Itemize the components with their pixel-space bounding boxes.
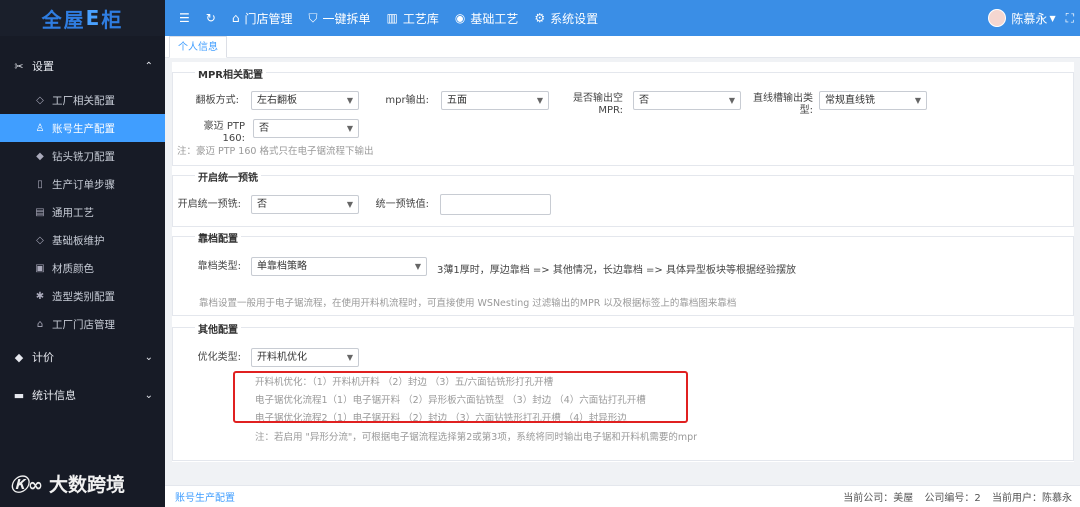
app-logo: 全屋 E 柜 [0, 0, 165, 36]
tab-personal-info[interactable]: 个人信息 [169, 36, 227, 58]
premill-section-title: 开启统一预铣 [195, 169, 261, 184]
tools-icon: ✂ [14, 59, 24, 73]
sidebar-item-general-process[interactable]: ▤ 通用工艺 [0, 198, 165, 226]
mpr-note: 注：豪迈 PTP 160 格式只在电子锯流程下输出 [177, 146, 374, 157]
current-company: 当前公司：美屋 [843, 493, 914, 504]
shield-icon: ⛉ [308, 10, 318, 25]
refresh-icon: ↻ [205, 11, 216, 25]
gem-icon: ◆ [14, 350, 24, 364]
user-menu[interactable]: 陈慕永 ▼ ⛶ [988, 9, 1080, 27]
mpr-section-title: MPR相关配置 [195, 66, 266, 81]
mpr-config-section: MPR相关配置 翻板方式: 左右翻板 ▼ mpr输出: 五面 ▼ 是否输出空MPR:… [172, 66, 1074, 166]
sidebar-item-order-steps[interactable]: ▯ 生产订单步骤 [0, 170, 165, 198]
footer-info: 当前公司：美屋 公司编号：2 当前用户：陈慕永 [835, 489, 1072, 504]
sidebar-group-stats[interactable]: ▬ 统计信息 ⌄ [0, 376, 165, 414]
nav-split-order[interactable]: ⛉ 一键拆单 [300, 0, 378, 36]
top-navbar: ☰ ↻ ⌂ 门店管理 ⛉ 一键拆单 ▥ 工艺库 ◉ 基础工艺 ⚙ 系统设置 陈慕永 ▼ ⛶ [165, 0, 1080, 36]
list-icon: ▤ [35, 206, 45, 218]
highlight-box [233, 371, 688, 423]
slot-output-select[interactable]: 常规直线铣 ▼ [819, 91, 927, 110]
breadcrumb[interactable]: 账号生产配置 [175, 489, 235, 504]
premill-value-input[interactable] [440, 194, 551, 215]
sidebar-item-drill-config[interactable]: ◆ 钻头铣刀配置 [0, 142, 165, 170]
other-section-title: 其他配置 [195, 321, 241, 336]
caret-down-icon: ▼ [346, 353, 353, 362]
nav-store-management[interactable]: ⌂ 门店管理 [224, 0, 301, 36]
home-icon: ⌂ [36, 318, 44, 330]
sidebar-group-settings[interactable]: ✂ 设置 ⌃ [0, 46, 165, 86]
premill-enable-label: 开启统一预铣: [177, 199, 241, 210]
sidebar-item-shape-category[interactable]: ✱ 造型类别配置 [0, 282, 165, 310]
tab-strip: 个人信息 [165, 36, 1080, 58]
nav-system-settings[interactable]: ⚙ 系统设置 [526, 0, 606, 36]
haomai-select[interactable]: 否 ▼ [253, 119, 359, 138]
fullscreen-icon[interactable]: ⛶ [1066, 11, 1074, 26]
optimization-note: 注：若启用 "异形分流"，可根据电子锯流程选择第2或第3项，系统将同时输出电子锯… [255, 432, 698, 443]
sidebar-item-account-production[interactable]: ♙ 账号生产配置 [0, 114, 165, 142]
empty-mpr-label: 是否输出空MPR: [573, 93, 623, 116]
menu-toggle-button[interactable]: ☰ [171, 0, 198, 36]
stop-type-select[interactable]: 单靠档策略 ▼ [251, 257, 427, 276]
stop-section-title: 靠档配置 [195, 230, 241, 245]
caret-down-icon: ▼ [346, 96, 353, 105]
haomai-label: 豪迈 PTP 160: [203, 121, 245, 144]
caret-down-icon: ▼ [414, 262, 421, 271]
chevron-down-icon: ⌄ [144, 389, 153, 401]
flip-select[interactable]: 左右翻板 ▼ [251, 91, 359, 110]
caret-down-icon: ▼ [536, 96, 543, 105]
hamburger-icon: ☰ [179, 11, 190, 25]
footer-bar: 账号生产配置 当前公司：美屋 公司编号：2 当前用户：陈慕永 [165, 485, 1080, 507]
refresh-button[interactable]: ↻ [198, 0, 224, 36]
caret-down-icon: ▼ [1049, 13, 1056, 23]
stop-config-section: 靠档配置 靠档类型: 单靠档策略 ▼ 3薄1厚时，厚边靠档 => 其他情况，长边靠… [172, 230, 1074, 316]
home-icon: ⌂ [231, 11, 240, 25]
caret-down-icon: ▼ [914, 96, 921, 105]
empty-mpr-select[interactable]: 否 ▼ [633, 91, 741, 110]
gem-icon: ◆ [36, 150, 44, 162]
stop-description: 3薄1厚时，厚边靠档 => 其他情况，长边靠档 => 具体异型板块等根据经验摆放 [437, 265, 796, 276]
premill-value-label: 统一预铣值: [375, 199, 429, 210]
watermark-logo-icon: Ⓚ∞ [10, 474, 43, 496]
sidebar-item-material-color[interactable]: ▣ 材质颜色 [0, 254, 165, 282]
tag-icon: ◇ [36, 234, 44, 246]
image-icon: ▣ [35, 262, 45, 274]
flip-label: 翻板方式: [195, 95, 239, 106]
premill-enable-select[interactable]: 否 ▼ [251, 195, 359, 214]
caret-down-icon: ▼ [346, 124, 353, 133]
sidebar: 全屋 E 柜 ✂ 设置 ⌃ ◇ 工厂相关配置 ♙ 账号生产配置 ◆ 钻头铣刀配置 ▯ 生产订… [0, 0, 165, 507]
stop-note: 靠档设置一般用于电子锯流程，在使用开料机流程时，可直接使用 WSNesting … [199, 298, 737, 309]
sidebar-group-pricing[interactable]: ◆ 计价 ⌄ [0, 338, 165, 376]
premill-section: 开启统一预铣 开启统一预铣: 否 ▼ 统一预铣值: [172, 169, 1074, 227]
nav-process-library[interactable]: ▥ 工艺库 [379, 0, 447, 36]
book-icon: ▥ [386, 11, 398, 25]
caret-down-icon: ▼ [728, 96, 735, 105]
sidebar-item-base-board[interactable]: ◇ 基础板维护 [0, 226, 165, 254]
tag-icon: ◇ [36, 94, 44, 106]
company-number: 公司编号：2 [924, 493, 981, 504]
mpr-output-select[interactable]: 五面 ▼ [441, 91, 549, 110]
book-icon: ▯ [37, 178, 43, 190]
optimization-type-label: 优化类型: [197, 352, 241, 363]
star-icon: ✱ [35, 290, 45, 302]
gear-icon: ⚙ [534, 11, 546, 25]
chevron-down-icon: ⌄ [144, 351, 153, 363]
mpr-output-label: mpr输出: [385, 95, 429, 106]
stop-type-label: 靠档类型: [197, 261, 241, 272]
nav-basic-process[interactable]: ◉ 基础工艺 [447, 0, 527, 36]
palette-icon: ◉ [454, 11, 466, 25]
current-user: 当前用户：陈慕永 [992, 493, 1072, 504]
chat-icon: ▬ [13, 388, 25, 402]
chevron-up-icon: ⌃ [144, 60, 153, 72]
slot-output-label: 直线槽输出类型: [753, 93, 813, 116]
user-icon: ♙ [35, 122, 45, 134]
sidebar-item-factory-config[interactable]: ◇ 工厂相关配置 [0, 86, 165, 114]
optimization-type-select[interactable]: 开料机优化 ▼ [251, 348, 359, 367]
sidebar-item-store-management[interactable]: ⌂ 工厂门店管理 [0, 310, 165, 338]
caret-down-icon: ▼ [346, 200, 353, 209]
avatar [988, 9, 1007, 27]
watermark: Ⓚ∞ 大数跨境 [10, 470, 125, 497]
